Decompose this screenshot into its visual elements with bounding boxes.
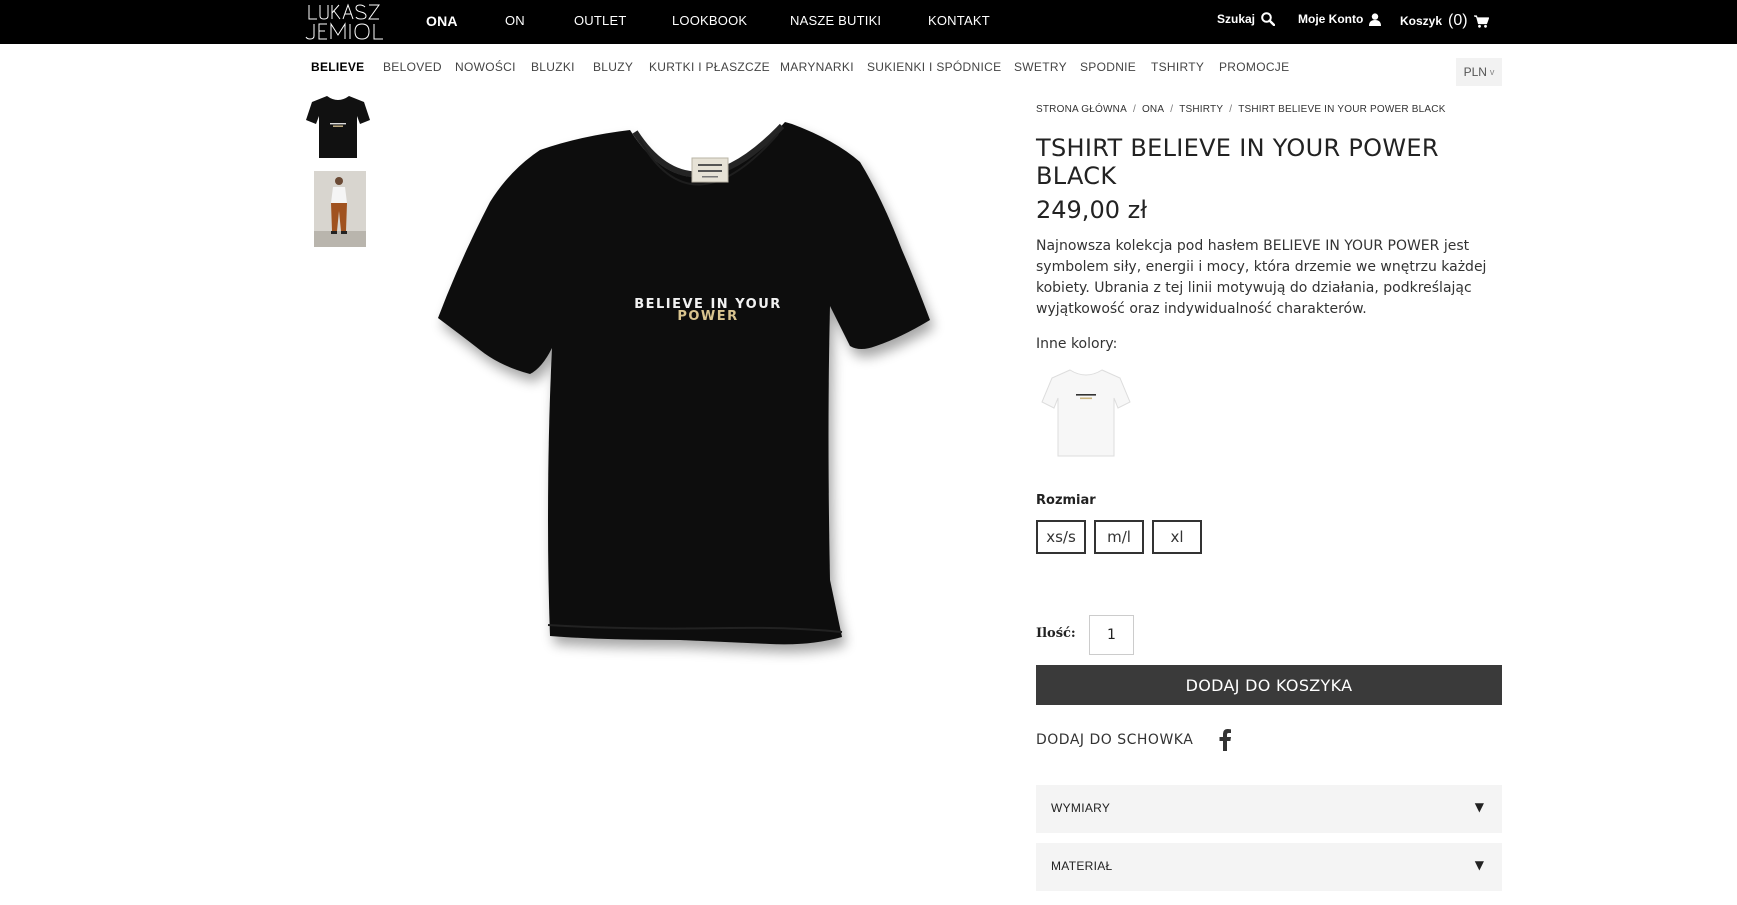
category-sukienki-i-spodnice[interactable]: SUKIENKI I SPÓDNICE xyxy=(867,60,1001,74)
category-swetry[interactable]: SWETRY xyxy=(1014,60,1067,74)
brand-logo[interactable] xyxy=(305,2,397,42)
accordion-material[interactable]: MATERIAŁ ▼ xyxy=(1036,843,1502,891)
nav-item-lookbook[interactable]: LOOKBOOK xyxy=(672,13,747,28)
quantity-input[interactable] xyxy=(1089,615,1134,655)
breadcrumb: STRONA GŁÓWNA / ONA / TSHIRTY / TSHIRT B… xyxy=(1036,104,1446,115)
category-kurtki-i-plaszcze[interactable]: KURTKI I PŁASZCZE xyxy=(649,60,770,74)
account-label: Moje Konto xyxy=(1298,12,1364,26)
accordion-wymiary[interactable]: WYMIARY ▼ xyxy=(1036,785,1502,833)
tshirt-image: BELIEVE IN YOUR POWER xyxy=(438,122,930,645)
nav-item-nasze-butiki[interactable]: NASZE BUTIKI xyxy=(790,13,881,28)
size-options: xs/s m/l xl xyxy=(1036,520,1202,554)
category-bluzki[interactable]: BLUZKI xyxy=(531,60,575,74)
category-believe[interactable]: BELIEVE xyxy=(311,60,364,74)
cart-count: (0) xyxy=(1448,12,1468,29)
chevron-down-icon: v xyxy=(1489,67,1495,77)
size-option-m-l[interactable]: m/l xyxy=(1094,520,1144,554)
thumbnail-front[interactable] xyxy=(304,92,372,162)
tshirt-thumbnail-image xyxy=(306,96,370,158)
breadcrumb-home[interactable]: STRONA GŁÓWNA xyxy=(1036,104,1127,115)
product-price: 249,00 zł xyxy=(1036,196,1148,224)
nav-item-on[interactable]: ON xyxy=(505,13,525,28)
breadcrumb-ona[interactable]: ONA xyxy=(1142,104,1164,115)
product-main-image[interactable]: BELIEVE IN YOUR POWER xyxy=(430,110,990,670)
size-option-xs-s[interactable]: xs/s xyxy=(1036,520,1086,554)
other-colors-label: Inne kolory: xyxy=(1036,336,1118,352)
model-thumbnail-image xyxy=(314,171,366,247)
product-title: TSHIRT BELIEVE IN YOUR POWER BLACK xyxy=(1036,134,1439,190)
search-label: Szukaj xyxy=(1217,12,1256,26)
category-promocje[interactable]: PROMOCJE xyxy=(1219,60,1289,74)
currency-select[interactable]: PLN v xyxy=(1456,58,1502,86)
product-description: Najnowsza kolekcja pod hasłem BELIEVE IN… xyxy=(1036,238,1487,317)
facebook-share-button[interactable] xyxy=(1218,729,1232,751)
cart-label: Koszyk xyxy=(1400,14,1443,28)
caret-down-icon: ▼ xyxy=(1474,858,1484,872)
account-button[interactable]: Moje Konto xyxy=(1298,12,1382,26)
color-variant-white[interactable] xyxy=(1038,364,1134,464)
top-bar: ONA ON OUTLET LOOKBOOK NASZE BUTIKI KONT… xyxy=(0,0,1737,44)
category-marynarki[interactable]: MARYNARKI xyxy=(780,60,854,74)
search-icon xyxy=(1261,12,1276,26)
nav-item-kontakt[interactable]: KONTAKT xyxy=(928,13,990,28)
add-to-cart-button[interactable]: DODAJ DO KOSZYKA xyxy=(1036,665,1502,705)
logo-mark xyxy=(305,3,383,40)
category-beloved[interactable]: BELOVED xyxy=(383,60,442,74)
cart-icon xyxy=(1473,14,1489,28)
quantity-label: Ilość: xyxy=(1036,626,1076,641)
category-tshirty[interactable]: TSHIRTY xyxy=(1151,60,1204,74)
breadcrumb-separator: / xyxy=(1132,104,1136,115)
caret-down-icon: ▼ xyxy=(1474,800,1484,814)
accordion-material-label: MATERIAŁ xyxy=(1051,859,1113,873)
currency-value: PLN xyxy=(1463,65,1487,79)
search-button[interactable]: Szukaj xyxy=(1217,12,1276,26)
nav-item-ona[interactable]: ONA xyxy=(426,13,458,29)
category-bluzy[interactable]: BLUZY xyxy=(593,60,633,74)
print-line2: POWER xyxy=(677,309,738,324)
breadcrumb-separator: / xyxy=(1170,104,1174,115)
size-option-xl[interactable]: xl xyxy=(1152,520,1202,554)
breadcrumb-current: TSHIRT BELIEVE IN YOUR POWER BLACK xyxy=(1238,104,1446,115)
thumbnail-model[interactable] xyxy=(314,171,366,247)
white-tshirt-image xyxy=(1041,369,1131,457)
add-to-wishlist-link[interactable]: DODAJ DO SCHOWKA xyxy=(1036,732,1193,748)
category-nowosci[interactable]: NOWOŚCI xyxy=(455,60,516,74)
facebook-icon xyxy=(1219,729,1231,751)
nav-item-outlet[interactable]: OUTLET xyxy=(574,13,626,28)
user-icon xyxy=(1369,12,1382,26)
breadcrumb-separator: / xyxy=(1229,104,1233,115)
accordion-wymiary-label: WYMIARY xyxy=(1051,801,1111,815)
size-label: Rozmiar xyxy=(1036,493,1096,508)
breadcrumb-tshirty[interactable]: TSHIRTY xyxy=(1179,104,1223,115)
cart-button[interactable]: Koszyk (0) xyxy=(1400,12,1489,30)
category-spodnie[interactable]: SPODNIE xyxy=(1080,60,1136,74)
